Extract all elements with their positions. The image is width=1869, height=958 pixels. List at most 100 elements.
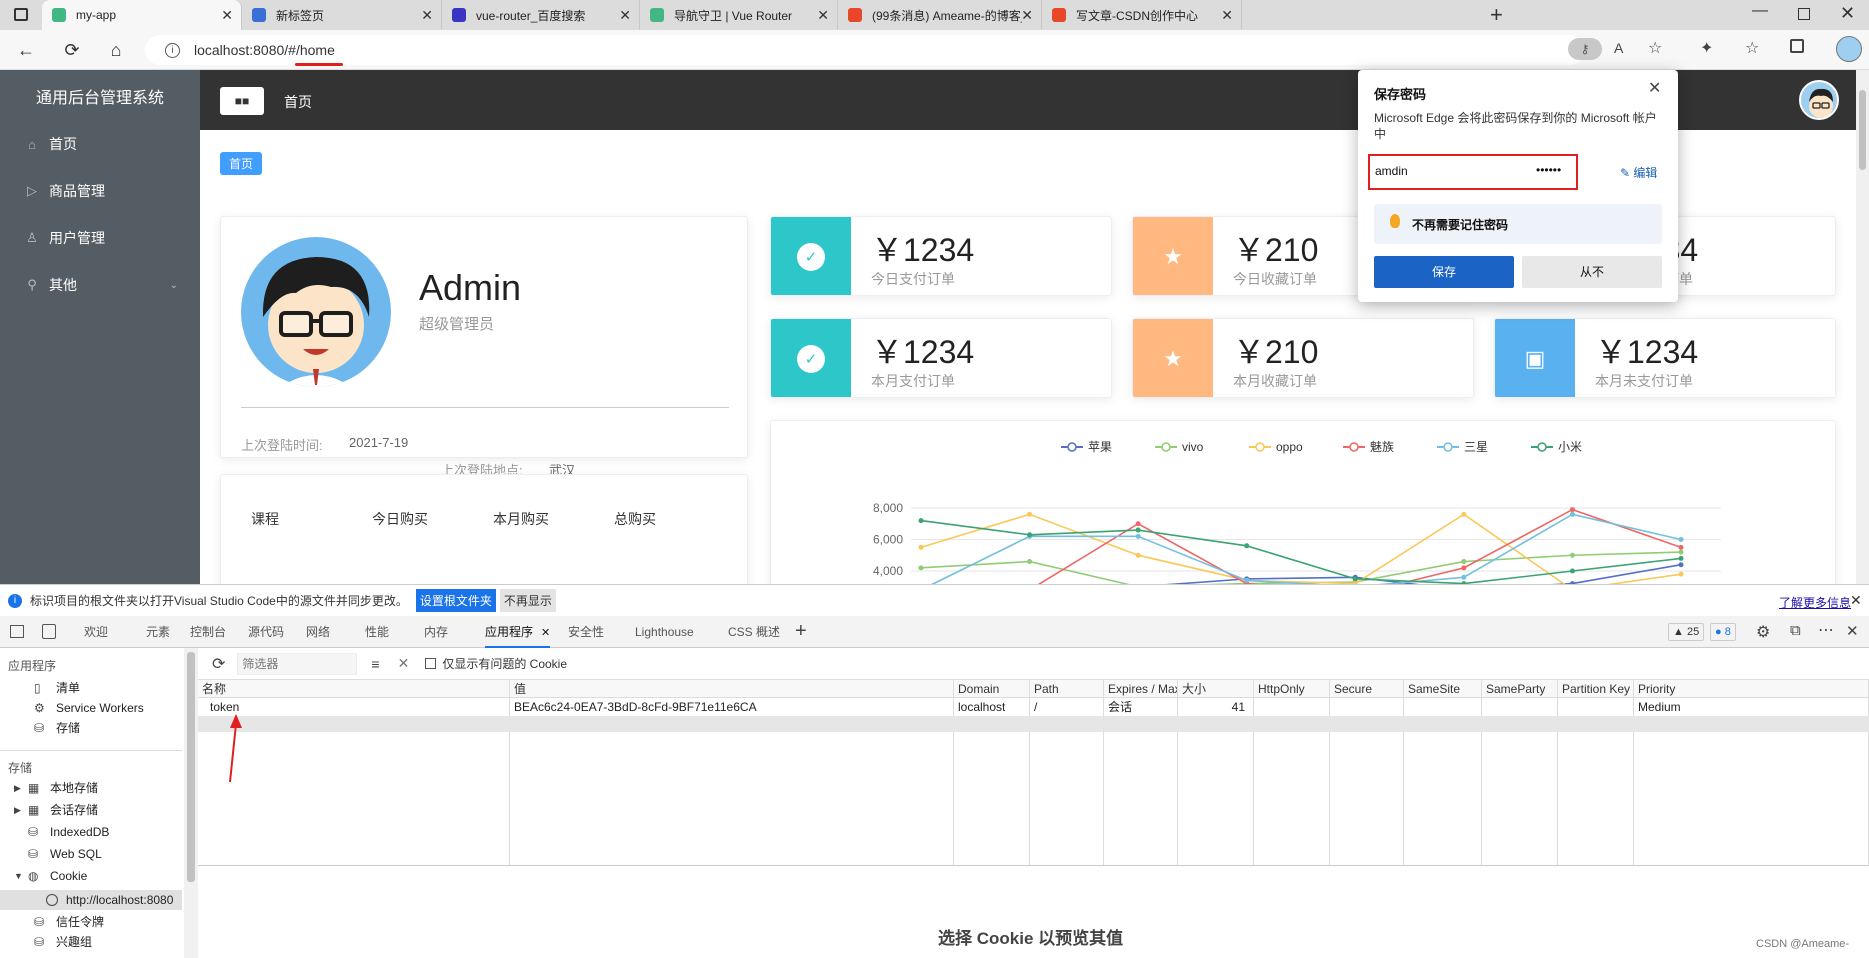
warnings-badge[interactable]: ▲ 25 bbox=[1668, 623, 1705, 641]
column-header[interactable]: Expires / Max... bbox=[1104, 680, 1177, 698]
tab-actions-icon[interactable] bbox=[14, 8, 28, 21]
cookie-cell[interactable]: token bbox=[198, 698, 509, 716]
clear-all-icon[interactable]: ≡ bbox=[371, 656, 379, 672]
tree-item[interactable]: ⚙ Service Workers bbox=[34, 698, 144, 718]
more-options-icon[interactable]: ⋯ bbox=[1818, 620, 1834, 640]
tree-item[interactable]: ⛁ IndexedDB bbox=[14, 822, 109, 842]
new-tab-button[interactable]: + bbox=[1490, 2, 1503, 28]
filter-input[interactable] bbox=[237, 652, 358, 675]
save-button[interactable]: 保存 bbox=[1374, 256, 1514, 288]
breadcrumb-tag[interactable]: 首页 bbox=[220, 152, 263, 175]
column-header[interactable]: Partition Key bbox=[1558, 680, 1633, 698]
sidebar-item[interactable]: ♙ 用户管理 bbox=[0, 218, 200, 258]
column-header[interactable]: 名称 bbox=[198, 680, 509, 698]
browser-tab[interactable]: my-app ✕ bbox=[42, 0, 242, 30]
column-header[interactable]: SameSite bbox=[1404, 680, 1481, 698]
cookie-cell[interactable] bbox=[1254, 698, 1329, 716]
messages-badge[interactable]: ● 8 bbox=[1710, 623, 1736, 641]
devtools-tab[interactable]: 源代码 bbox=[248, 616, 284, 648]
favorites-icon[interactable]: ☆ bbox=[1745, 38, 1759, 58]
browser-tab[interactable]: (99条消息) Ameame-的博客_CSD✕ bbox=[838, 0, 1042, 30]
tab-close-icon[interactable]: ✕ bbox=[619, 7, 631, 24]
set-root-button[interactable]: 设置根文件夹 bbox=[415, 589, 496, 612]
refresh-icon[interactable]: ⟳ bbox=[212, 654, 225, 674]
back-button[interactable]: ← bbox=[14, 38, 38, 62]
device-toolbar-icon[interactable] bbox=[42, 624, 56, 639]
close-icon[interactable]: ✕ bbox=[1648, 78, 1661, 98]
tab-close-icon[interactable]: ✕ bbox=[1221, 7, 1233, 24]
devtools-tab[interactable]: 元素 bbox=[146, 616, 170, 648]
inspect-icon[interactable] bbox=[10, 625, 24, 638]
delete-selected-icon[interactable]: ✕ bbox=[398, 655, 410, 672]
column-header[interactable]: Secure bbox=[1330, 680, 1403, 698]
cookie-cell[interactable] bbox=[1482, 698, 1557, 716]
address-input[interactable]: i localhost:8080/#/home bbox=[145, 35, 1585, 65]
column-header[interactable]: Domain bbox=[954, 680, 1029, 698]
cookie-cell[interactable]: / bbox=[1030, 698, 1103, 716]
cookie-cell[interactable]: Medium bbox=[1634, 698, 1868, 716]
legend-label[interactable]: 苹果 bbox=[1088, 440, 1112, 454]
tab-close-icon[interactable]: ✕ bbox=[817, 7, 829, 24]
header-avatar[interactable] bbox=[1799, 80, 1839, 120]
column-header[interactable]: Priority bbox=[1634, 680, 1868, 698]
devtools-tab[interactable]: Lighthouse bbox=[635, 616, 694, 648]
devtools-tab[interactable]: 安全性 bbox=[568, 616, 604, 648]
refresh-button[interactable]: ⟳ bbox=[60, 38, 84, 62]
cookie-cell[interactable]: localhost bbox=[954, 698, 1029, 716]
devtools-tab[interactable]: 内存 bbox=[424, 616, 448, 648]
dont-show-button[interactable]: 不再显示 bbox=[499, 589, 556, 612]
tree-item[interactable]: ⛁ 兴趣组 bbox=[34, 932, 92, 952]
minimize-button[interactable]: — bbox=[1752, 2, 1768, 20]
favorite-add-icon[interactable]: ☆ bbox=[1648, 38, 1662, 58]
devtools-tab[interactable]: CSS 概述 bbox=[728, 616, 780, 648]
column-header[interactable]: HttpOnly bbox=[1254, 680, 1329, 698]
browser-tab[interactable]: 新标签页 ✕ bbox=[242, 0, 442, 30]
sidebar-item[interactable]: ▷ 商品管理 bbox=[0, 171, 200, 211]
home-button[interactable]: ⌂ bbox=[104, 38, 128, 62]
tree-item[interactable]: ▶ ▦ 本地存储 bbox=[14, 778, 98, 798]
close-window-button[interactable]: ✕ bbox=[1840, 3, 1855, 24]
tab-close-icon[interactable]: ✕ bbox=[541, 627, 550, 639]
devtools-tab[interactable]: 性能 bbox=[365, 616, 389, 648]
edit-link[interactable]: ✎ 编辑 bbox=[1620, 164, 1657, 181]
close-infobar-icon[interactable]: ✕ bbox=[1850, 592, 1862, 609]
devtools-tab[interactable]: 欢迎 bbox=[84, 616, 108, 648]
more-tabs-button[interactable]: + bbox=[795, 620, 807, 643]
profile-avatar[interactable] bbox=[1836, 36, 1862, 62]
menu-collapse-button[interactable]: ■■ bbox=[220, 87, 264, 115]
maximize-button[interactable] bbox=[1798, 8, 1810, 20]
tab-close-icon[interactable]: ✕ bbox=[421, 7, 433, 24]
extensions-icon[interactable]: ✦ bbox=[1700, 38, 1713, 58]
learn-more-link[interactable]: 了解更多信息 bbox=[1779, 594, 1851, 611]
cookie-cell[interactable]: 41 bbox=[1178, 698, 1253, 716]
legend-label[interactable]: 三星 bbox=[1464, 440, 1488, 454]
browser-tab[interactable]: 导航守卫 | Vue Router ✕ bbox=[640, 0, 838, 30]
collections-icon[interactable] bbox=[1790, 39, 1804, 53]
cookie-cell[interactable] bbox=[1404, 698, 1481, 716]
tab-close-icon[interactable]: ✕ bbox=[221, 7, 233, 24]
never-remember-banner[interactable]: 不再需要记住密码 bbox=[1374, 204, 1662, 244]
browser-tab[interactable]: vue-router_百度搜索 ✕ bbox=[442, 0, 640, 30]
browser-tab[interactable]: 写文章-CSDN创作中心 ✕ bbox=[1042, 0, 1242, 30]
cookie-cell[interactable] bbox=[1330, 698, 1403, 716]
sidebar-item[interactable]: ⌂ 首页 bbox=[0, 124, 200, 164]
tree-item[interactable]: ⛁ 信任令牌 bbox=[34, 912, 104, 932]
tree-item[interactable]: ▶ ▦ 会话存储 bbox=[14, 800, 98, 820]
tab-close-icon[interactable]: ✕ bbox=[1021, 7, 1033, 24]
devtools-tab[interactable]: 控制台 bbox=[190, 616, 226, 648]
cookie-origin-item[interactable]: http://localhost:8080 bbox=[0, 890, 182, 910]
column-header[interactable]: Path bbox=[1030, 680, 1103, 698]
column-header[interactable]: SameParty bbox=[1482, 680, 1557, 698]
page-scrollbar[interactable] bbox=[1856, 70, 1869, 584]
tree-item[interactable]: ⛁ 存储 bbox=[34, 718, 80, 738]
cookie-cell[interactable]: 会话 bbox=[1104, 698, 1177, 716]
cookie-cell[interactable] bbox=[1558, 698, 1633, 716]
close-devtools-icon[interactable]: ✕ bbox=[1846, 622, 1859, 640]
info-icon[interactable]: i bbox=[165, 42, 180, 58]
sidebar-item[interactable]: ⚲ 其他 ⌄ bbox=[0, 265, 200, 305]
never-button[interactable]: 从不 bbox=[1522, 256, 1662, 288]
read-aloud-icon[interactable]: A bbox=[1614, 40, 1623, 56]
legend-label[interactable]: 小米 bbox=[1558, 440, 1582, 454]
legend-label[interactable]: oppo bbox=[1276, 440, 1303, 454]
header-breadcrumb[interactable]: 首页 bbox=[284, 92, 312, 112]
